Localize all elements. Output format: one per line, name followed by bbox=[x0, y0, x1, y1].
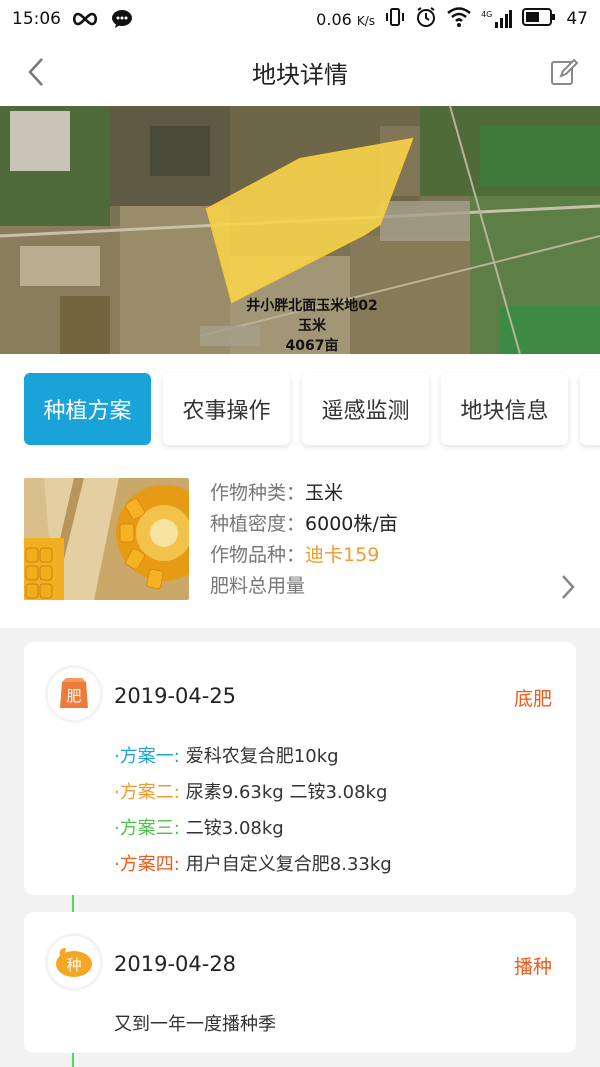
status-bar: 15:06 0.06 K/s 4G 47 bbox=[0, 0, 600, 38]
plan-item-3: ·方案三: 二铵3.08kg bbox=[114, 818, 284, 839]
svg-text:种: 种 bbox=[66, 956, 81, 974]
wifi-icon bbox=[447, 6, 471, 32]
plan-item-2: ·方案二: 尿素9.63kg 二铵3.08kg bbox=[114, 782, 388, 803]
tab-plot-info[interactable]: 地块信息 bbox=[441, 373, 568, 445]
chevron-left-icon bbox=[28, 58, 43, 86]
satellite-map[interactable]: 井小胖北面玉米地02 玉米 4067亩 bbox=[0, 106, 600, 354]
chat-icon bbox=[111, 9, 133, 29]
plan-item-4: ·方案四: 用户自定义复合肥8.33kg bbox=[114, 854, 392, 875]
back-button[interactable] bbox=[18, 54, 54, 90]
crop-type-row: 作物种类：玉米 bbox=[210, 482, 344, 504]
svg-text:肥: 肥 bbox=[66, 687, 81, 705]
event-card-sowing[interactable]: 种 2019-04-28 播种 又到一年一度播种季 bbox=[24, 912, 576, 1053]
plot-crop: 玉米 bbox=[298, 318, 326, 334]
crop-details: 作物种类：玉米 种植密度：6000株/亩 作物品种：迪卡159 肥料总用量 bbox=[210, 478, 398, 602]
tab-farm-operations[interactable]: 农事操作 bbox=[163, 373, 290, 445]
sowing-badge-icon: 种 bbox=[48, 936, 100, 988]
planting-density-row: 种植密度：6000株/亩 bbox=[210, 513, 398, 535]
nav-header: 地块详情 bbox=[0, 38, 600, 106]
crop-variety-row: 作物品种：迪卡159 bbox=[210, 544, 380, 566]
edit-icon bbox=[551, 58, 579, 85]
event-date: 2019-04-28 bbox=[114, 952, 237, 976]
section-tabs: 种植方案 农事操作 遥感监测 地块信息 bbox=[0, 354, 600, 464]
vibrate-icon bbox=[385, 7, 405, 32]
event-tag: 底肥 bbox=[513, 688, 552, 710]
tab-remote-sensing[interactable]: 遥感监测 bbox=[302, 373, 429, 445]
battery-level: 47 bbox=[566, 9, 588, 29]
status-time: 15:06 bbox=[12, 9, 61, 29]
fertilizer-total-row: 肥料总用量 bbox=[210, 575, 306, 597]
page-title: 地块详情 bbox=[252, 60, 348, 89]
tab-planting-plan[interactable]: 种植方案 bbox=[24, 373, 151, 445]
event-tag: 播种 bbox=[513, 956, 552, 978]
event-description: 又到一年一度播种季 bbox=[114, 1014, 276, 1035]
fertilizer-badge-icon: 肥 bbox=[48, 668, 100, 720]
edit-button[interactable] bbox=[546, 54, 582, 90]
plan-item-1: ·方案一: 爱科农复合肥10kg bbox=[114, 746, 339, 767]
event-card-fertilizer[interactable]: 肥 2019-04-25 底肥 ·方案一: 爱科农复合肥10kg ·方案二: 尿素9… bbox=[24, 642, 576, 895]
alarm-icon bbox=[415, 6, 437, 33]
corn-photo bbox=[24, 478, 189, 600]
signal-icon: 4G bbox=[481, 10, 513, 28]
event-date: 2019-04-25 bbox=[114, 684, 237, 708]
chevron-right-icon[interactable] bbox=[556, 572, 580, 602]
plot-area: 4067亩 bbox=[285, 338, 339, 354]
plot-name: 井小胖北面玉米地02 bbox=[246, 298, 378, 314]
infinity-icon bbox=[71, 11, 99, 27]
battery-icon bbox=[522, 7, 556, 31]
plot-label: 井小胖北面玉米地02 玉米 4067亩 bbox=[232, 296, 392, 354]
network-speed: 0.06 K/s bbox=[316, 9, 376, 29]
crop-info-section[interactable]: 作物种类：玉米 种植密度：6000株/亩 作物品种：迪卡159 肥料总用量 bbox=[0, 464, 600, 628]
tab-more[interactable] bbox=[580, 373, 600, 445]
